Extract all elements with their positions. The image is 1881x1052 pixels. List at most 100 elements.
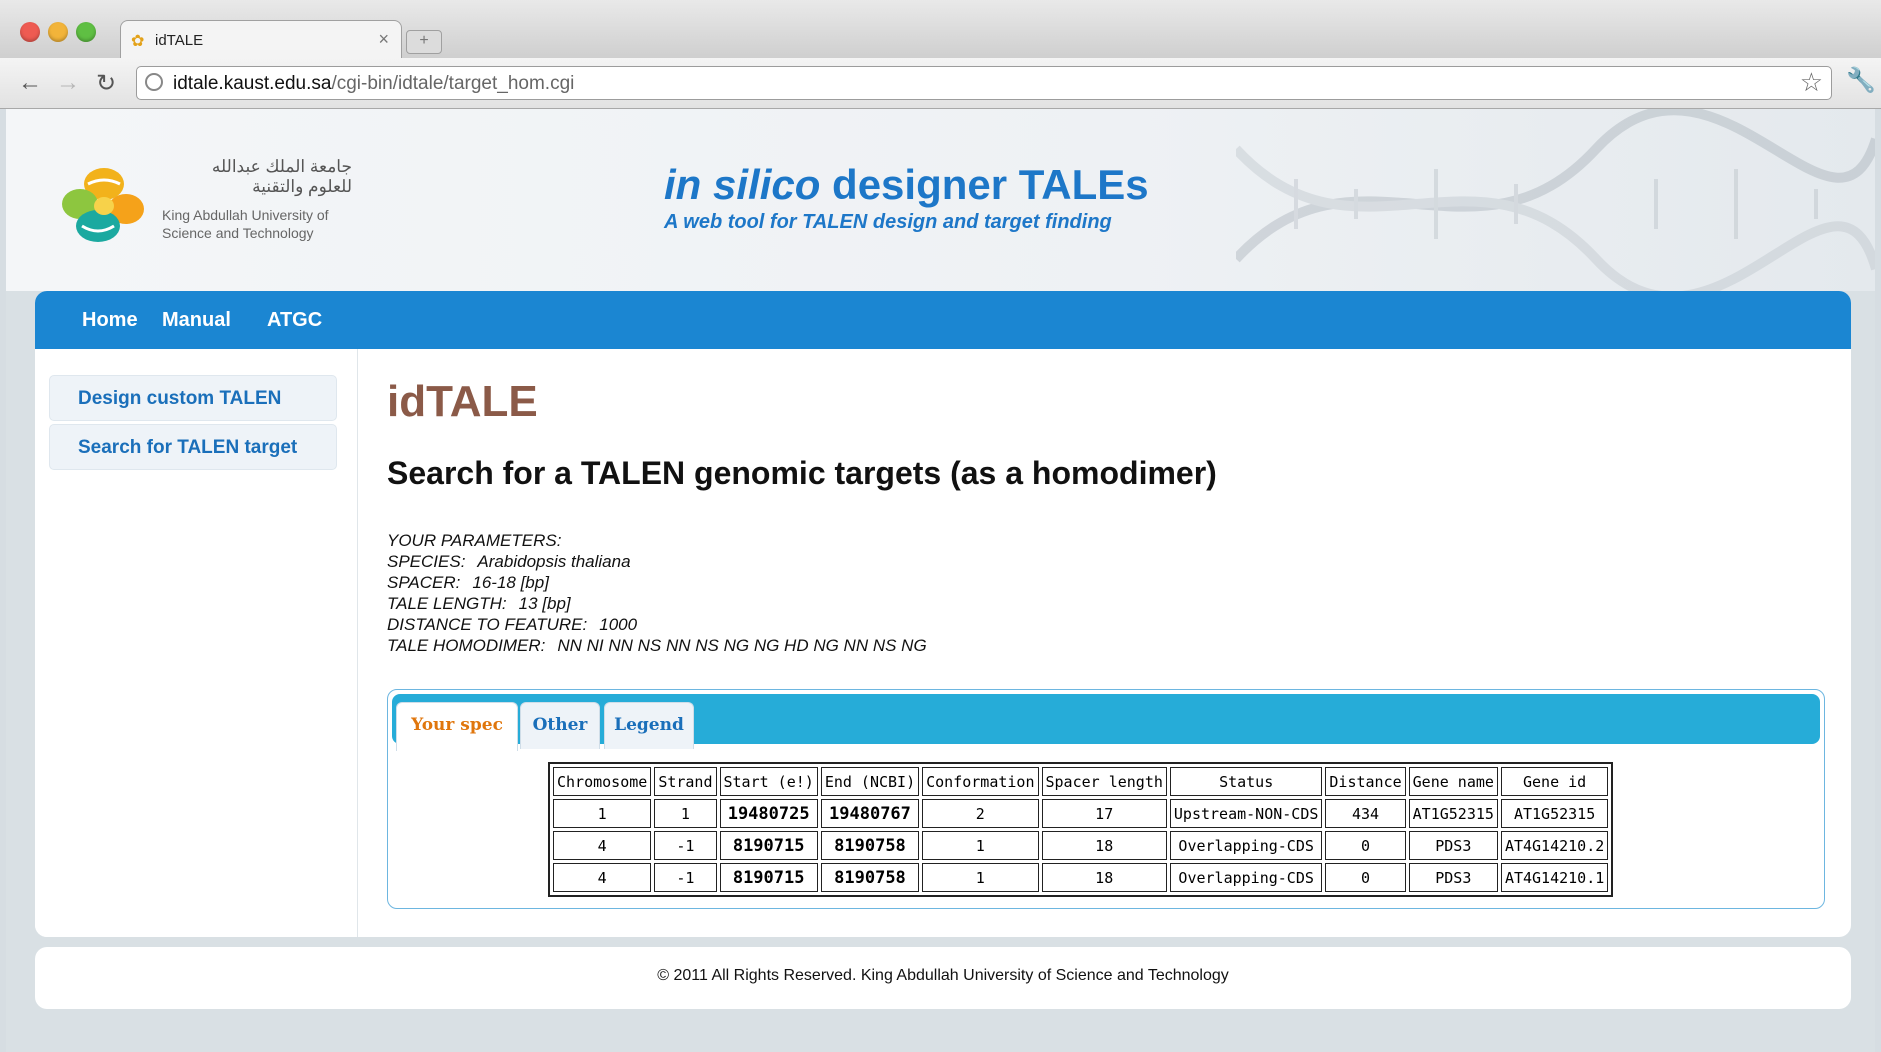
- nav-manual[interactable]: Manual: [162, 309, 231, 332]
- cell-spacer-length: 18: [1041, 831, 1167, 860]
- col-end: End (NCBI): [820, 767, 920, 796]
- back-arrow-icon[interactable]: ←: [18, 69, 42, 97]
- cell-start: 8190715: [719, 831, 818, 860]
- cell-strand: 1: [654, 799, 717, 828]
- table-row: 4 -1 8190715 8190758 1 18 Overlapping-CD…: [553, 831, 1609, 860]
- wrench-icon[interactable]: 🔧: [1846, 66, 1876, 95]
- cell-chromosome: 4: [553, 831, 652, 860]
- param-spacer: SPACER: 16-18 [bp]: [387, 572, 927, 593]
- col-strand: Strand: [654, 767, 717, 796]
- kaust-logo: [62, 168, 144, 242]
- kaust-en-line1: King Abdullah University of: [162, 207, 329, 223]
- cell-status: Upstream-NON-CDS: [1169, 799, 1323, 828]
- col-start: Start (e!): [719, 767, 818, 796]
- browser-toolbar: ← → ↻ idtale.kaust.edu.sa/cgi-bin/idtale…: [0, 58, 1881, 109]
- main-container: Home Manual ATGC Design custom TALEN Sea…: [35, 291, 1851, 937]
- tab-close-icon[interactable]: ×: [378, 29, 389, 50]
- tab-other[interactable]: Other: [520, 702, 600, 749]
- params-header: YOUR PARAMETERS:: [387, 531, 562, 550]
- col-conformation: Conformation: [922, 767, 1039, 796]
- url-text: idtale.kaust.edu.sa/cgi-bin/idtale/targe…: [173, 73, 574, 95]
- cell-conformation: 1: [922, 831, 1039, 860]
- browser-window: ✿ idTALE × + ← → ↻ idtale.kaust.edu.sa/c…: [0, 0, 1881, 1052]
- table-row: 1 1 19480725 19480767 2 17 Upstream-NON-…: [553, 799, 1609, 828]
- col-chromosome: Chromosome: [553, 767, 652, 796]
- site-title: in silico designer TALEs: [664, 161, 1149, 209]
- cell-gene-id: AT4G14210.1: [1500, 863, 1609, 892]
- page-viewport: جامعة الملك عبدالله للعلوم والتقنية King…: [6, 109, 1875, 1052]
- tab-strip: ✿ idTALE × +: [0, 0, 1881, 59]
- browser-tab[interactable]: ✿ idTALE ×: [120, 20, 402, 59]
- tab-title: idTALE: [155, 32, 204, 49]
- address-bar[interactable]: idtale.kaust.edu.sa/cgi-bin/idtale/targe…: [136, 66, 1832, 100]
- site-title-italic: in silico: [664, 161, 821, 208]
- param-label: TALE HOMODIMER:: [387, 636, 546, 655]
- tabs-bar: Your spec Other Legend: [392, 694, 1820, 751]
- favicon-icon: ✿: [131, 33, 145, 50]
- param-value: 1000: [599, 615, 638, 634]
- param-value: 16-18 [bp]: [472, 573, 549, 592]
- minimize-window-button[interactable]: [48, 22, 68, 42]
- param-label: TALE LENGTH:: [387, 594, 507, 613]
- globe-icon: [145, 73, 163, 91]
- url-host: idtale.kaust.edu.sa: [173, 73, 332, 94]
- col-spacer-length: Spacer length: [1041, 767, 1167, 796]
- site-header: جامعة الملك عبدالله للعلوم والتقنية King…: [6, 109, 1875, 291]
- table-row: 4 -1 8190715 8190758 1 18 Overlapping-CD…: [553, 863, 1609, 892]
- table-header-row: Chromosome Strand Start (e!) End (NCBI) …: [553, 767, 1609, 796]
- param-value: NN NI NN NS NN NS NG NG HD NG NN NS NG: [557, 636, 927, 655]
- kaust-arabic-name: جامعة الملك عبدالله للعلوم والتقنية: [162, 157, 352, 197]
- cell-start: 19480725: [719, 799, 818, 828]
- cell-start: 8190715: [719, 863, 818, 892]
- cell-end: 8190758: [820, 831, 920, 860]
- sidebar-item-design-custom-talen[interactable]: Design custom TALEN: [49, 375, 337, 421]
- cell-status: Overlapping-CDS: [1169, 831, 1323, 860]
- col-distance: Distance: [1325, 767, 1406, 796]
- maximize-window-button[interactable]: [76, 22, 96, 42]
- reload-icon[interactable]: ↻: [96, 69, 116, 98]
- cell-conformation: 1: [922, 863, 1039, 892]
- tab-your-spec[interactable]: Your spec: [396, 702, 518, 751]
- param-tale-length: TALE LENGTH: 13 [bp]: [387, 593, 927, 614]
- sidebar-item-search-talen-target[interactable]: Search for TALEN target: [49, 424, 337, 470]
- col-gene-name: Gene name: [1408, 767, 1498, 796]
- kaust-english-name: King Abdullah University of Science and …: [162, 206, 329, 242]
- kaust-en-line2: Science and Technology: [162, 225, 314, 241]
- cell-spacer-length: 18: [1041, 863, 1167, 892]
- cell-gene-name: AT1G52315: [1408, 799, 1498, 828]
- results-tabs: Your spec Other Legend Chromosome Strand…: [387, 689, 1825, 909]
- cell-end: 19480767: [820, 799, 920, 828]
- cell-strand: -1: [654, 831, 717, 860]
- new-tab-button[interactable]: +: [406, 30, 442, 54]
- copyright-text: © 2011 All Rights Reserved. King Abdulla…: [657, 967, 1229, 984]
- sidebar: Design custom TALEN Search for TALEN tar…: [35, 349, 358, 937]
- cell-status: Overlapping-CDS: [1169, 863, 1323, 892]
- cell-spacer-length: 17: [1041, 799, 1167, 828]
- col-gene-id: Gene id: [1500, 767, 1609, 796]
- param-homodimer: TALE HOMODIMER: NN NI NN NS NN NS NG NG H…: [387, 635, 927, 656]
- cell-chromosome: 4: [553, 863, 652, 892]
- param-value: 13 [bp]: [518, 594, 571, 613]
- nav-atgc[interactable]: ATGC: [267, 309, 322, 332]
- param-value: Arabidopsis thaliana: [477, 552, 631, 571]
- cell-gene-name: PDS3: [1408, 863, 1498, 892]
- parameters-block: YOUR PARAMETERS: SPECIES: Arabidopsis tha…: [387, 530, 927, 656]
- close-window-button[interactable]: [20, 22, 40, 42]
- site-title-rest: designer TALEs: [820, 161, 1149, 208]
- cell-gene-id: AT1G52315: [1500, 799, 1609, 828]
- param-label: SPACER:: [387, 573, 461, 592]
- param-label: DISTANCE TO FEATURE:: [387, 615, 588, 634]
- tab-legend[interactable]: Legend: [604, 702, 694, 749]
- kaust-arabic-line2: للعلوم والتقنية: [252, 177, 352, 196]
- nav-home[interactable]: Home: [82, 309, 138, 332]
- cell-chromosome: 1: [553, 799, 652, 828]
- forward-arrow-icon[interactable]: →: [56, 69, 80, 97]
- url-path: /cgi-bin/idtale/target_hom.cgi: [331, 73, 575, 94]
- bookmark-star-icon[interactable]: ☆: [1800, 67, 1823, 98]
- param-distance: DISTANCE TO FEATURE: 1000: [387, 614, 927, 635]
- col-status: Status: [1169, 767, 1323, 796]
- page-heading: Search for a TALEN genomic targets (as a…: [387, 455, 1217, 491]
- cell-distance: 434: [1325, 799, 1406, 828]
- results-table: Chromosome Strand Start (e!) End (NCBI) …: [548, 762, 1614, 897]
- kaust-arabic-line1: جامعة الملك عبدالله: [211, 157, 352, 176]
